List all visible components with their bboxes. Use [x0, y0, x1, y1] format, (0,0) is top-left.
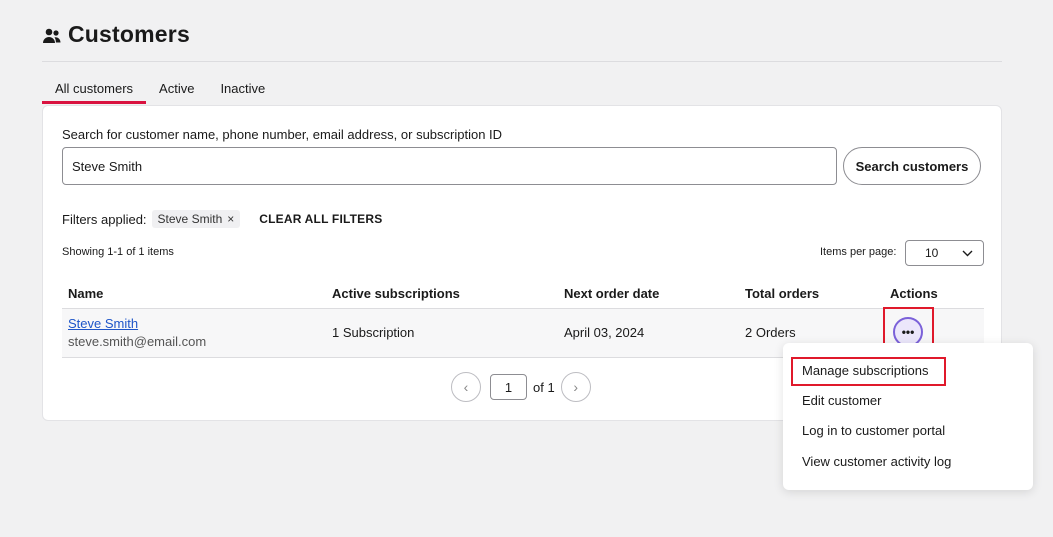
- active-subscriptions-cell: 1 Subscription: [332, 325, 415, 340]
- items-per-page-value: 10: [925, 246, 939, 260]
- filters-label: Filters applied:: [62, 211, 147, 227]
- filter-chip-label: Steve Smith: [157, 212, 223, 226]
- results-count: Showing 1-1 of 1 items: [62, 246, 174, 258]
- tab-inactive[interactable]: Inactive: [207, 78, 278, 104]
- filters-bar: Filters applied: Steve Smith × CLEAR ALL…: [62, 210, 382, 228]
- items-per-page-label: Items per page:: [820, 246, 897, 258]
- page-header: Customers: [42, 20, 1002, 62]
- chevron-left-icon: ‹: [463, 379, 469, 395]
- search-customers-button[interactable]: Search customers: [843, 147, 981, 185]
- tab-all-customers[interactable]: All customers: [42, 78, 147, 104]
- search-input[interactable]: [62, 147, 837, 185]
- customer-portal-menu-item[interactable]: Log in to customer portal: [802, 423, 945, 438]
- page-total: of 1: [533, 379, 555, 395]
- ellipsis-icon: •••: [901, 325, 915, 339]
- column-header-actions: Actions: [890, 286, 938, 301]
- remove-filter-icon[interactable]: ×: [227, 212, 234, 226]
- page-number-input[interactable]: 1: [490, 374, 527, 400]
- actions-menu: Manage subscriptions Edit customer Log i…: [783, 343, 1033, 490]
- total-orders-cell: 2 Orders: [745, 325, 796, 340]
- column-header-total-orders: Total orders: [745, 286, 820, 301]
- table-header: Name Active subscriptions Next order dat…: [62, 282, 984, 309]
- tab-active[interactable]: Active: [146, 78, 207, 104]
- column-header-name: Name: [68, 286, 104, 301]
- chevron-down-icon: [962, 250, 973, 256]
- customer-email: steve.smith@email.com: [68, 334, 207, 349]
- search-label: Search for customer name, phone number, …: [62, 127, 503, 142]
- items-per-page-select[interactable]: 10: [905, 240, 984, 266]
- manage-subscriptions-menu-item[interactable]: Manage subscriptions: [802, 363, 928, 378]
- clear-all-filters-button[interactable]: CLEAR ALL FILTERS: [259, 212, 382, 226]
- activity-log-menu-item[interactable]: View customer activity log: [802, 454, 951, 469]
- tab-bar: All customers Active Inactive: [42, 78, 278, 104]
- previous-page-button[interactable]: ‹: [451, 372, 481, 402]
- chevron-right-icon: ›: [573, 379, 579, 395]
- next-page-button[interactable]: ›: [560, 372, 591, 402]
- column-header-next-order-date: Next order date: [564, 286, 660, 301]
- pagination: ‹ 1 of 1 ›: [451, 372, 591, 402]
- next-order-date-cell: April 03, 2024: [564, 325, 645, 340]
- people-icon: [43, 28, 61, 43]
- column-header-active-subscriptions: Active subscriptions: [332, 286, 460, 301]
- customer-name-link[interactable]: Steve Smith: [68, 316, 138, 331]
- filter-chip: Steve Smith ×: [151, 210, 241, 228]
- edit-customer-menu-item[interactable]: Edit customer: [802, 393, 881, 408]
- page-title: Customers: [68, 21, 190, 47]
